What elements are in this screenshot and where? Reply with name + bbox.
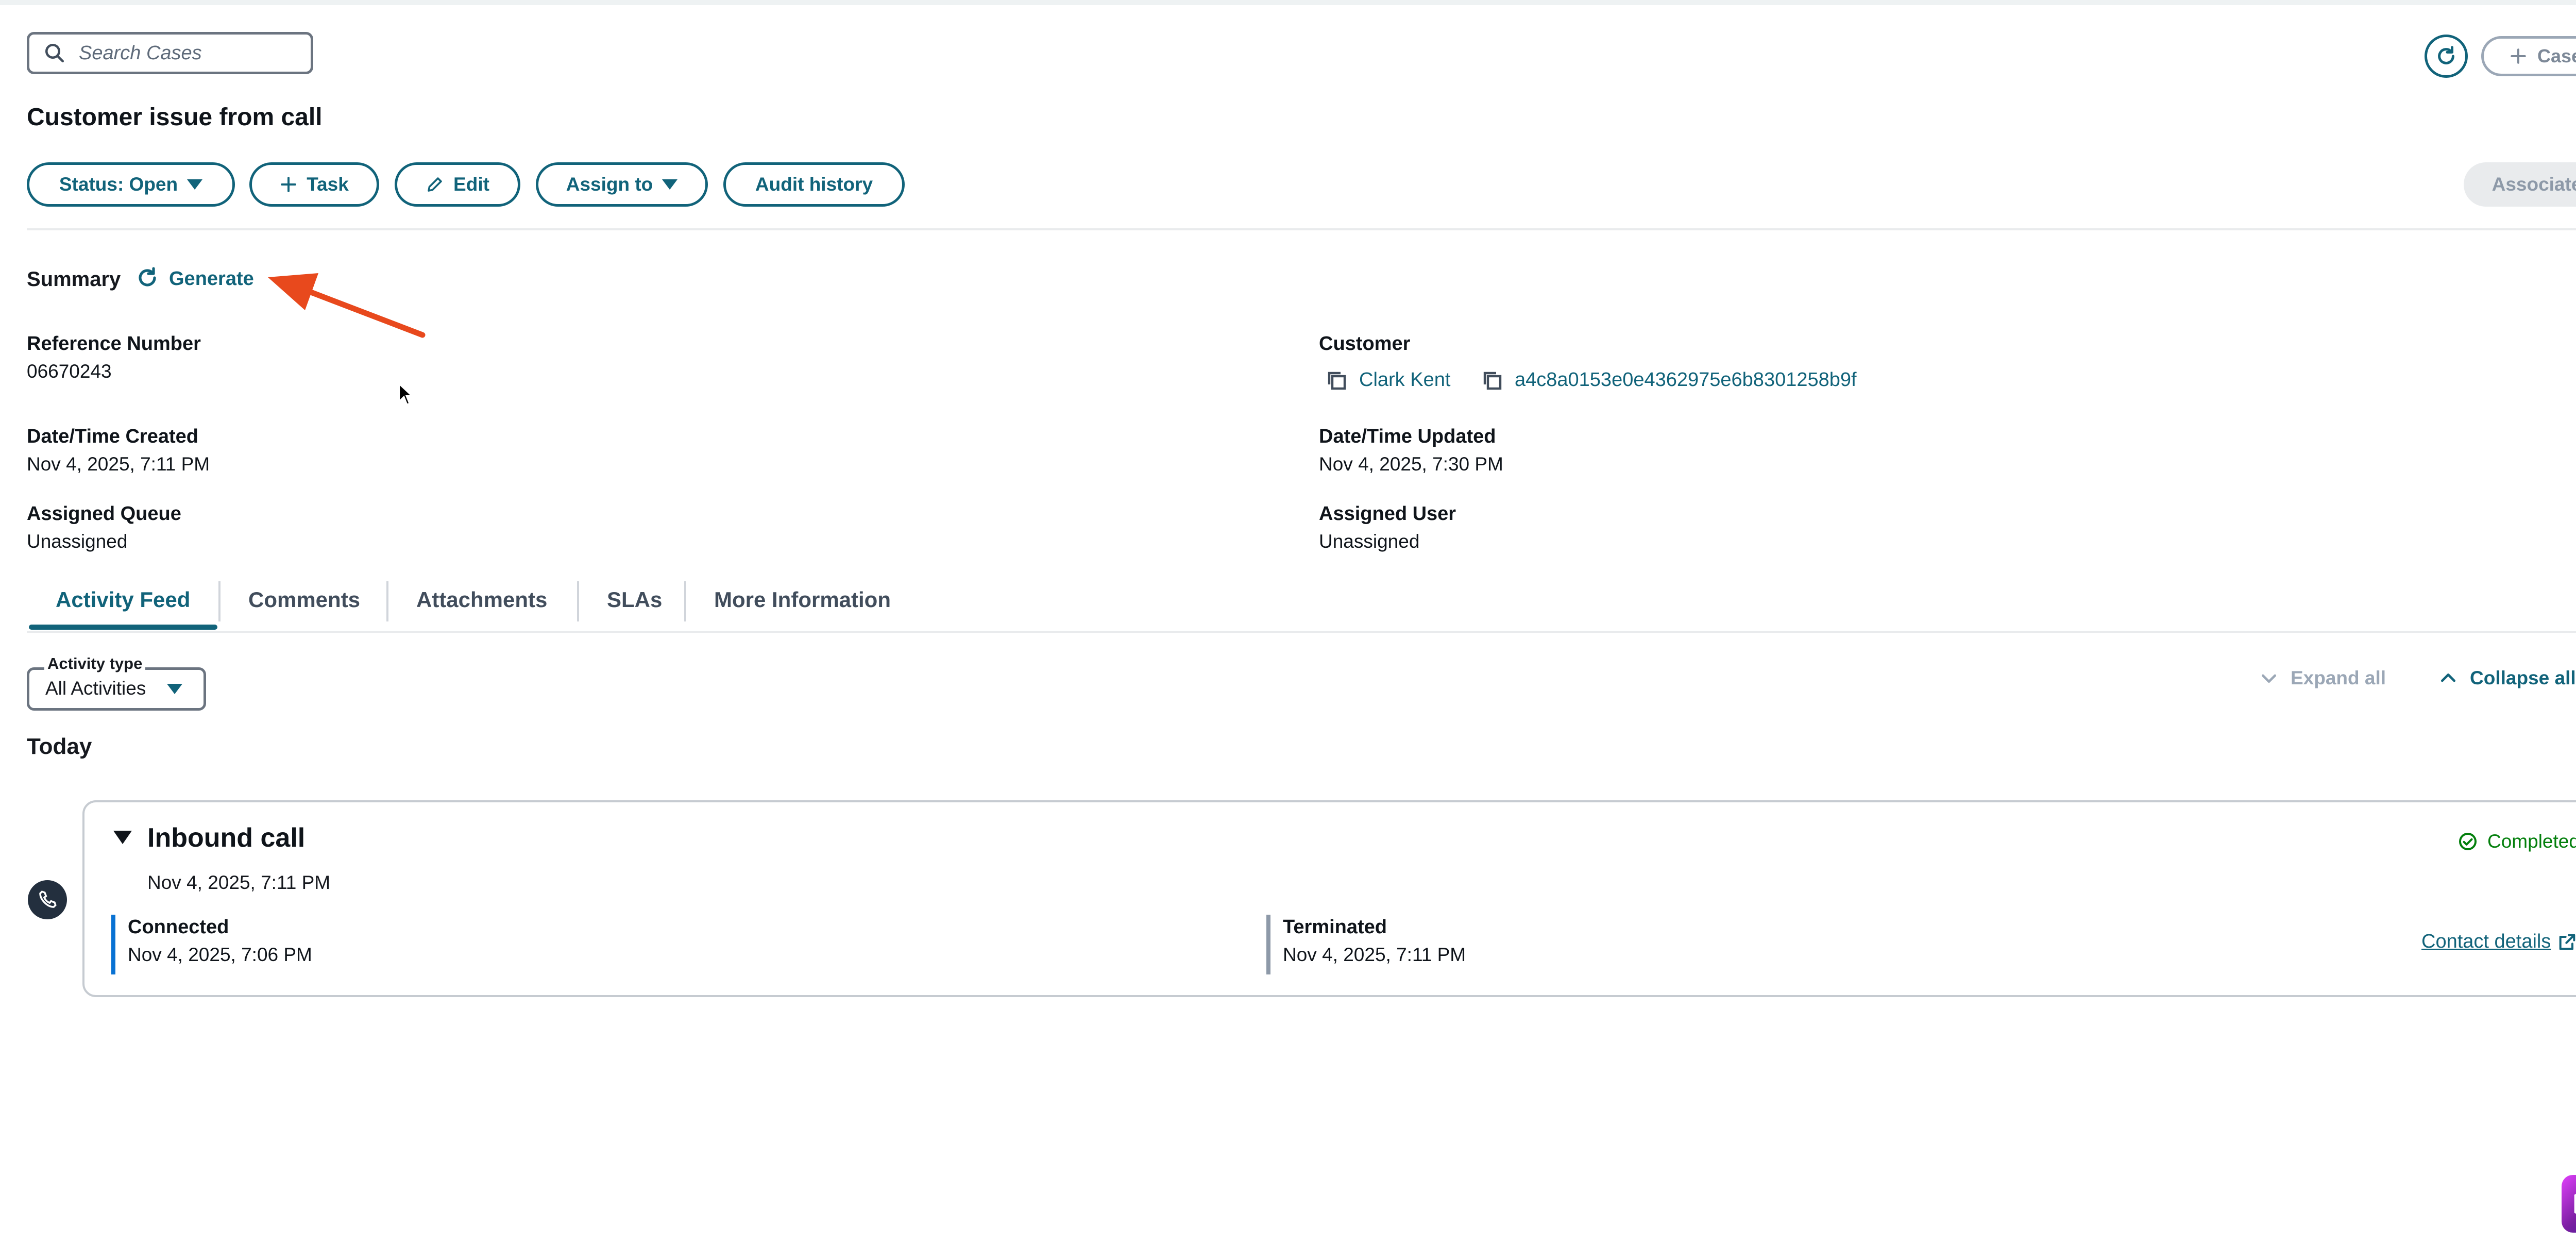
top-border xyxy=(0,0,2576,5)
expand-all-label: Expand all xyxy=(2291,667,2386,688)
copy-icon[interactable] xyxy=(1324,368,1349,393)
status-label: Status: Open xyxy=(59,174,178,195)
contact-details-label: Contact details xyxy=(2421,931,2551,952)
divider xyxy=(27,228,2576,230)
group-heading-today: Today xyxy=(27,734,92,759)
audit-history-button[interactable]: Audit history xyxy=(723,162,905,207)
collapse-all-label: Collapse all xyxy=(2470,667,2576,688)
customer-label: Customer xyxy=(1319,333,1411,355)
connected-label: Connected xyxy=(128,916,229,938)
add-task-button[interactable]: Task xyxy=(249,162,379,207)
plus-icon xyxy=(281,177,296,192)
collapse-toggle-icon[interactable] xyxy=(113,831,132,844)
tab-separator xyxy=(577,581,579,621)
contact-details-link[interactable]: Contact details xyxy=(2421,931,2576,953)
terminated-time: Nov 4, 2025, 7:11 PM xyxy=(1283,944,1466,965)
tab-slas[interactable]: SLAs xyxy=(607,587,662,612)
chevron-down-icon xyxy=(187,179,203,190)
created-value: Nov 4, 2025, 7:11 PM xyxy=(27,453,210,475)
edit-button[interactable]: Edit xyxy=(395,162,520,207)
assigned-user-value: Unassigned xyxy=(1319,531,1420,552)
audit-label: Audit history xyxy=(755,174,873,195)
generate-summary-link[interactable]: Generate xyxy=(169,268,254,290)
tab-separator xyxy=(218,581,221,621)
search-placeholder: Search Cases xyxy=(79,42,202,64)
reference-number-value: 06670243 xyxy=(27,361,112,382)
phone-icon xyxy=(28,880,67,919)
refresh-icon xyxy=(139,267,156,287)
activity-type-label: Activity type xyxy=(44,654,146,673)
collapse-all-button[interactable]: Collapse all xyxy=(2438,667,2576,689)
terminated-bar xyxy=(1266,915,1270,974)
tab-comments[interactable]: Comments xyxy=(248,587,360,612)
created-label: Date/Time Created xyxy=(27,426,198,447)
search-input[interactable]: Search Cases xyxy=(27,32,313,74)
check-circle-icon xyxy=(2459,833,2477,850)
updated-value: Nov 4, 2025, 7:30 PM xyxy=(1319,453,1503,475)
assign-to-dropdown[interactable]: Assign to xyxy=(536,162,708,207)
status-text: Completed xyxy=(2487,831,2576,852)
external-link-icon xyxy=(2560,934,2575,950)
refresh-button[interactable] xyxy=(2425,35,2468,78)
new-case-label: Case xyxy=(2537,45,2576,66)
associate-button[interactable]: Associate xyxy=(2464,162,2576,207)
tab-more-information[interactable]: More Information xyxy=(714,587,891,612)
new-case-button[interactable]: Case xyxy=(2481,36,2576,76)
tab-activity-feed[interactable]: Activity Feed xyxy=(56,587,190,612)
app-logo[interactable] xyxy=(2562,1175,2576,1233)
activity-date: Nov 4, 2025, 7:11 PM xyxy=(147,872,331,893)
chevron-down-icon xyxy=(167,684,182,694)
activity-card xyxy=(82,800,2576,997)
customer-id-link[interactable]: a4c8a0153e0e4362975e6b8301258b9f xyxy=(1515,369,1857,391)
tabs-divider xyxy=(27,631,2576,633)
annotation-arrow xyxy=(268,273,426,338)
tab-attachments[interactable]: Attachments xyxy=(416,587,547,612)
mouse-cursor-icon xyxy=(398,382,413,405)
plus-icon xyxy=(2511,48,2526,64)
queue-label: Assigned Queue xyxy=(27,503,181,525)
edit-label: Edit xyxy=(453,174,489,195)
summary-label: Summary xyxy=(27,268,121,291)
copy-icon[interactable] xyxy=(1480,368,1504,393)
search-icon xyxy=(45,43,64,63)
customer-name-link[interactable]: Clark Kent xyxy=(1359,369,1450,391)
tab-separator xyxy=(684,581,686,621)
expand-all-button[interactable]: Expand all xyxy=(2259,667,2386,689)
active-tab-indicator xyxy=(29,625,217,630)
tab-separator xyxy=(386,581,388,621)
associate-label: Associate xyxy=(2492,174,2576,195)
task-label: Task xyxy=(307,174,349,195)
assigned-user-label: Assigned User xyxy=(1319,503,1456,525)
chevron-down-icon xyxy=(2262,674,2276,683)
page-title: Customer issue from call xyxy=(27,104,323,131)
status-dropdown[interactable]: Status: Open xyxy=(27,162,235,207)
logo-icon xyxy=(2574,1193,2576,1214)
chevron-up-icon xyxy=(2441,674,2455,682)
pencil-icon xyxy=(428,177,442,192)
connected-bar xyxy=(111,915,115,974)
refresh-icon xyxy=(2438,46,2454,64)
queue-value: Unassigned xyxy=(27,531,128,552)
updated-label: Date/Time Updated xyxy=(1319,426,1496,447)
terminated-label: Terminated xyxy=(1283,916,1387,938)
assign-label: Assign to xyxy=(566,174,653,195)
connected-time: Nov 4, 2025, 7:06 PM xyxy=(128,944,312,965)
activity-type-value: All Activities xyxy=(45,678,146,699)
status-badge: Completed xyxy=(2458,831,2576,852)
reference-number-label: Reference Number xyxy=(27,333,201,355)
activity-title: Inbound call xyxy=(147,823,306,853)
chevron-down-icon xyxy=(662,179,678,190)
